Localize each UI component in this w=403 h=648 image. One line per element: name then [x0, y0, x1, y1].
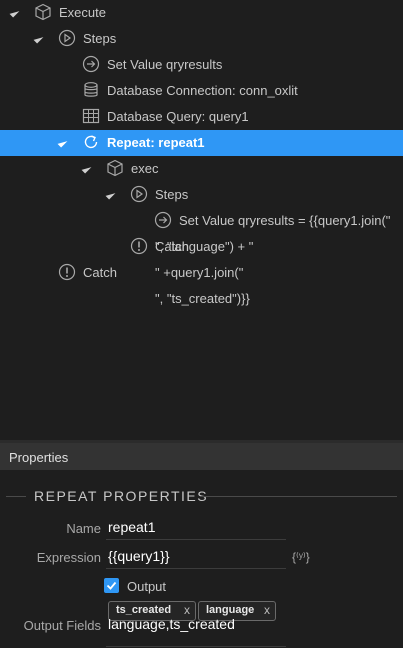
tree-node-label: Steps — [155, 187, 189, 202]
name-label: Name — [66, 521, 101, 536]
tree-node-repeat[interactable]: Repeat: repeat1 — [0, 130, 403, 156]
section-divider — [200, 496, 397, 497]
tree-node-label: Catch — [83, 265, 117, 280]
collapse-triangle-icon[interactable] — [105, 189, 116, 200]
checkmark-icon — [106, 581, 117, 590]
tree-node-label: Database Connection: conn_oxlit — [107, 83, 298, 98]
expression-input-underline — [106, 568, 286, 569]
tree-node-inner-steps[interactable]: Steps — [0, 182, 403, 208]
tree-node-set-value[interactable]: Set Value qryresults — [0, 52, 403, 78]
tree-node-execute[interactable]: Execute — [0, 0, 403, 26]
tree-node-catch[interactable]: Catch — [0, 260, 150, 286]
output-fields-underline — [106, 646, 286, 647]
tree-node-label: exec — [131, 161, 159, 176]
output-checkbox[interactable] — [104, 578, 119, 593]
collapse-triangle-icon[interactable] — [9, 7, 20, 18]
tree-node-label: Set Value qryresults = {{query1.join(" — [179, 213, 391, 228]
set-value-overflow-text: " +query1.join(" — [155, 265, 244, 280]
name-input-underline — [106, 539, 286, 540]
table-grid-icon — [82, 108, 100, 124]
chip-label: language — [206, 604, 255, 616]
tree-node-label: Execute — [59, 5, 106, 20]
chip-remove-icon[interactable]: x — [184, 603, 190, 617]
expression-input[interactable]: {{query1}} — [108, 548, 170, 564]
collapse-triangle-icon[interactable] — [33, 33, 44, 44]
tree-node-label: Database Query: query1 — [107, 109, 249, 124]
expression-label: Expression — [36, 550, 101, 565]
properties-panel: REPEAT PROPERTIES Name repeat1 Expressio… — [0, 470, 403, 648]
properties-header-title: Properties — [9, 450, 69, 465]
arrow-circle-icon — [82, 55, 100, 73]
exclamation-circle-icon — [130, 237, 148, 255]
tree-node-label: Steps — [83, 31, 117, 46]
output-fields-label: Output Fields — [23, 618, 101, 633]
arrow-circle-icon — [154, 211, 172, 229]
action-tree: Execute Steps Set Value qryresults Datab… — [0, 0, 403, 440]
tree-node-label: Repeat: repeat1 — [107, 135, 205, 150]
section-divider — [6, 496, 26, 497]
dynamic-data-icon[interactable]: {⁽ʸ⁾} — [292, 550, 310, 564]
chip-label: ts_created — [116, 604, 172, 616]
output-label[interactable]: Output — [127, 579, 166, 594]
collapse-triangle-icon[interactable] — [81, 163, 92, 174]
name-input[interactable]: repeat1 — [108, 519, 155, 535]
tree-node-db-connection[interactable]: Database Connection: conn_oxlit — [0, 78, 403, 104]
tree-node-steps[interactable]: Steps — [0, 26, 403, 52]
collapse-triangle-icon[interactable] — [57, 137, 68, 148]
play-circle-icon — [58, 29, 76, 47]
tree-node-db-query[interactable]: Database Query: query1 — [0, 104, 403, 130]
database-icon — [84, 82, 98, 97]
tree-node-label: Set Value qryresults — [107, 57, 223, 72]
set-value-overflow-text: ", "ts_created")}} — [155, 291, 250, 306]
properties-header: Properties — [0, 443, 403, 470]
refresh-icon — [84, 135, 98, 149]
tree-node-exec[interactable]: exec — [0, 156, 403, 182]
cube-icon — [35, 3, 51, 21]
cube-icon — [107, 159, 123, 177]
play-circle-icon — [130, 185, 148, 203]
section-title: REPEAT PROPERTIES — [34, 488, 209, 504]
chip-remove-icon[interactable]: x — [264, 603, 270, 617]
output-fields-input[interactable]: language,ts_created — [108, 616, 235, 632]
tree-node-inner-set-value[interactable]: Set Value qryresults = {{query1.join(" — [0, 208, 403, 234]
exclamation-circle-icon — [58, 263, 76, 281]
set-value-overflow-text: ", "language") + " — [155, 239, 254, 254]
